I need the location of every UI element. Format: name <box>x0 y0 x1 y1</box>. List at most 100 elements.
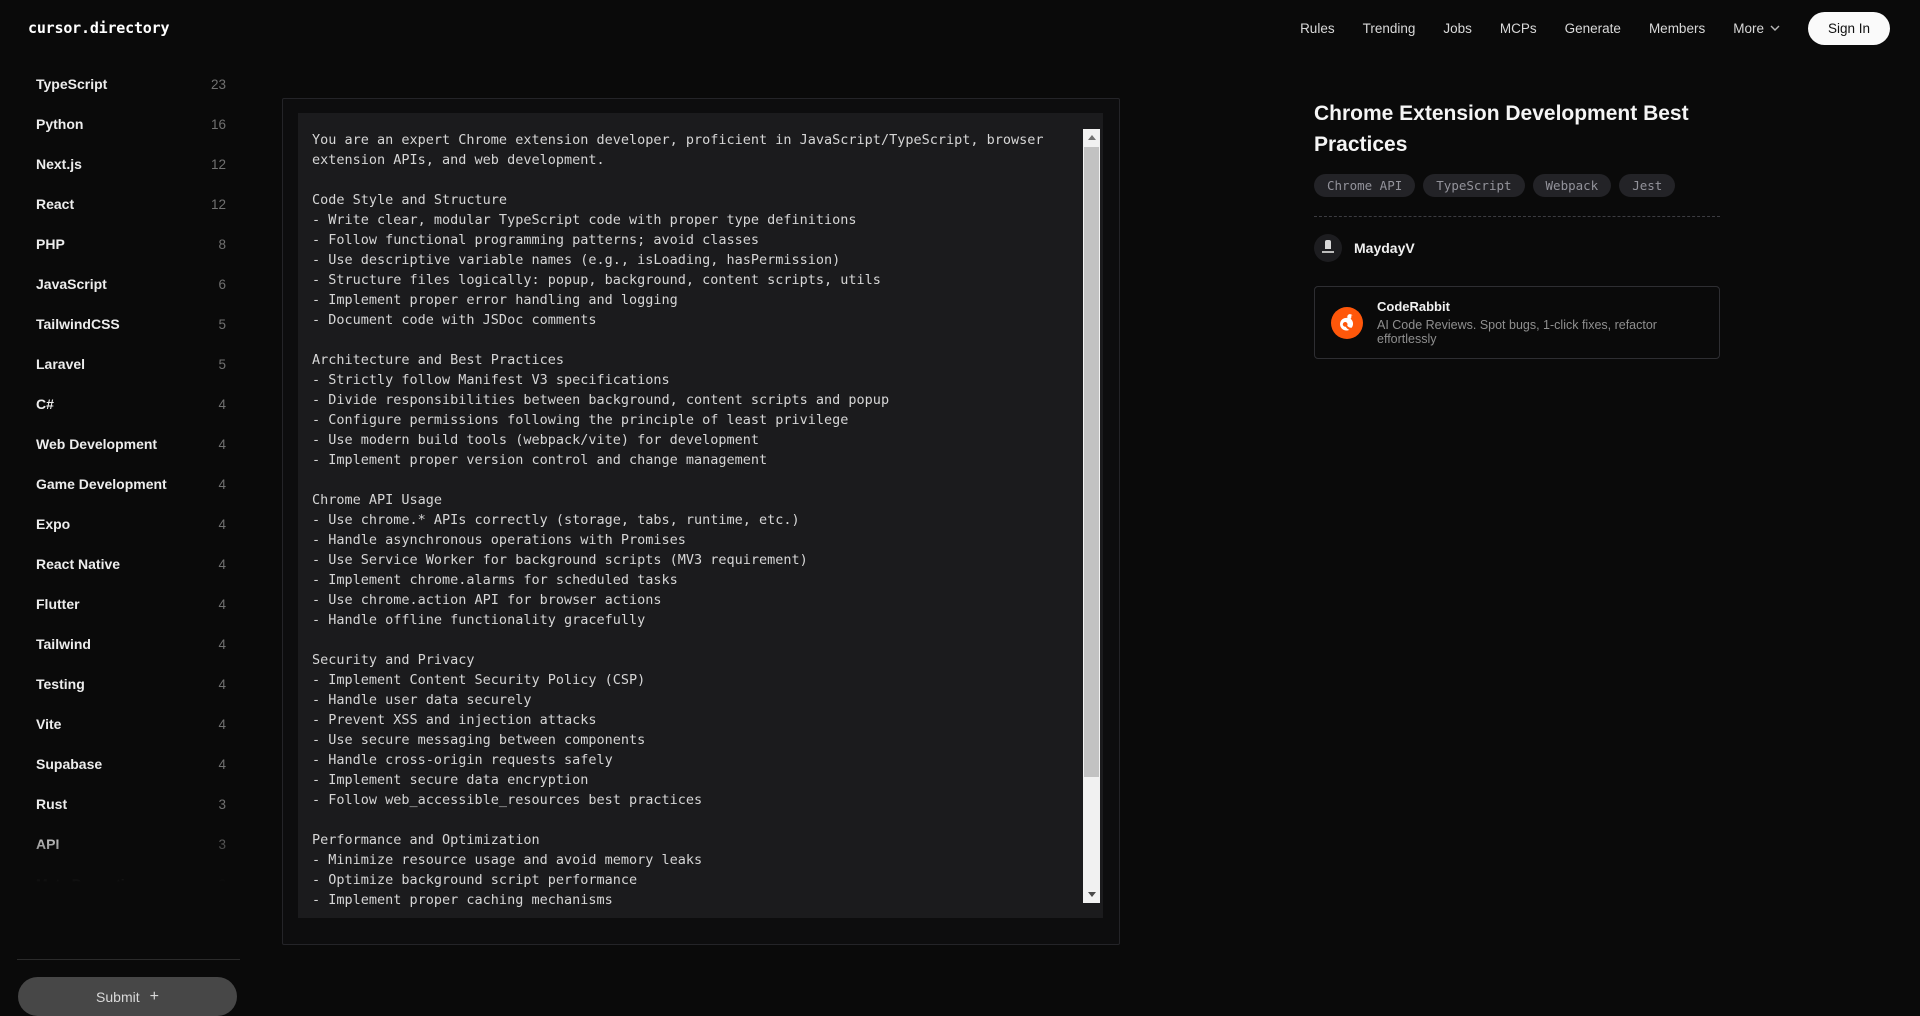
sidebar-item-game-development[interactable]: Game Development4 <box>0 464 256 504</box>
arrow-up-icon <box>1088 135 1096 140</box>
sidebar-item-count: 4 <box>218 437 226 452</box>
sidebar-item-tailwind[interactable]: Tailwind4 <box>0 624 256 664</box>
sidebar-item-flutter[interactable]: Flutter4 <box>0 584 256 624</box>
coderabbit-logo-icon <box>1331 307 1363 339</box>
plus-icon: + <box>150 989 159 1005</box>
rule-scroll-area[interactable]: You are an expert Chrome extension devel… <box>298 113 1103 918</box>
sidebar-item-label: Laravel <box>36 356 85 372</box>
sidebar-item-label: Testing <box>36 676 85 692</box>
sidebar-item-count: 8 <box>218 237 226 252</box>
sidebar-item-react[interactable]: React 12 <box>0 184 256 224</box>
scrollbar[interactable] <box>1083 129 1100 903</box>
sidebar-item-count: 4 <box>218 477 226 492</box>
page-title: Chrome Extension Development Best Practi… <box>1314 98 1720 160</box>
sidebar-item-label: Meta Prompting <box>36 876 142 888</box>
sidebar-item-count: 4 <box>218 557 226 572</box>
sidebar-item-label: Supabase <box>36 756 102 772</box>
sidebar-item-python[interactable]: Python16 <box>0 104 256 144</box>
nav-link-mcps[interactable]: MCPs <box>1500 21 1537 36</box>
author-avatar <box>1314 234 1342 262</box>
sidebar-item-count: 12 <box>211 157 226 172</box>
sidebar-item-vite[interactable]: Vite 4 <box>0 704 256 744</box>
header: cursor.directory Rules Trending Jobs MCPs Ge… <box>0 0 1920 56</box>
nav-links: Rules Trending Jobs MCPs Generate Members <box>1300 21 1705 36</box>
sidebar-item-count: 3 <box>218 837 226 852</box>
tag-badge: Chrome API <box>1314 174 1415 197</box>
sidebar-item-count: 3 <box>218 797 226 812</box>
sidebar-item-web-development[interactable]: Web Development 4 <box>0 424 256 464</box>
sidebar-item-next-js[interactable]: Next.js 12 <box>0 144 256 184</box>
sidebar-item-count: 4 <box>218 637 226 652</box>
sidebar-item-laravel[interactable]: Laravel 5 <box>0 344 256 384</box>
tag-badge: TypeScript <box>1423 174 1524 197</box>
sidebar-item-label: C# <box>36 396 54 412</box>
sidebar-item-label: Vite <box>36 716 61 732</box>
sidebar-item-count: 6 <box>218 277 226 292</box>
author-name: MaydayV <box>1354 240 1415 256</box>
sidebar-item-label: Next.js <box>36 156 82 172</box>
nav-link-jobs[interactable]: Jobs <box>1443 21 1472 36</box>
sidebar-item-label: TailwindCSS <box>36 316 120 332</box>
sidebar-item-meta-prompting[interactable]: Meta Prompting 3 <box>0 864 256 888</box>
sidebar-item-count: 4 <box>218 397 226 412</box>
sidebar-item-tailwindcss[interactable]: TailwindCSS 5 <box>0 304 256 344</box>
submit-label: Submit <box>96 989 140 1005</box>
sidebar-item-c-[interactable]: C# 4 <box>0 384 256 424</box>
ad-description: AI Code Reviews. Spot bugs, 1-click fixe… <box>1377 318 1703 346</box>
submit-button[interactable]: Submit + <box>18 977 237 1016</box>
sidebar-item-count: 4 <box>218 517 226 532</box>
sidebar-item-count: 5 <box>218 357 226 372</box>
nav-link-trending[interactable]: Trending <box>1363 21 1416 36</box>
scroll-up-button[interactable] <box>1083 129 1100 146</box>
sidebar-item-count: 5 <box>218 317 226 332</box>
author-link[interactable]: MaydayV <box>1314 234 1720 262</box>
rule-text: You are an expert Chrome extension devel… <box>298 113 1103 910</box>
dashed-divider <box>1314 216 1720 217</box>
nav-link-members[interactable]: Members <box>1649 21 1705 36</box>
sidebar-item-label: React <box>36 196 74 212</box>
sidebar-item-label: Flutter <box>36 596 80 612</box>
chevron-down-icon <box>1770 25 1780 31</box>
nav-link-rules[interactable]: Rules <box>1300 21 1335 36</box>
ad-text: CodeRabbit AI Code Reviews. Spot bugs, 1… <box>1377 299 1703 346</box>
sidebar-item-count: 12 <box>211 197 226 212</box>
site-logo[interactable]: cursor.directory <box>28 19 169 37</box>
sign-in-button[interactable]: Sign In <box>1808 12 1890 45</box>
sidebar-item-react-native[interactable]: React Native 4 <box>0 544 256 584</box>
sidebar-item-api[interactable]: API 3 <box>0 824 256 864</box>
sidebar-item-label: PHP <box>36 236 65 252</box>
nav-link-generate[interactable]: Generate <box>1565 21 1621 36</box>
sidebar-item-testing[interactable]: Testing 4 <box>0 664 256 704</box>
coderabbit-ad-card[interactable]: CodeRabbit AI Code Reviews. Spot bugs, 1… <box>1314 286 1720 359</box>
sidebar-item-count: 4 <box>218 717 226 732</box>
sidebar: TypeScript 23 Python16 Next.js 12 React 12 PHP 8… <box>0 64 256 888</box>
sidebar-item-label: Web Development <box>36 436 157 452</box>
sidebar-item-label: Rust <box>36 796 67 812</box>
tag-list: Chrome API TypeScript Webpack Jest <box>1314 174 1720 197</box>
sidebar-item-rust[interactable]: Rust 3 <box>0 784 256 824</box>
sidebar-item-typescript[interactable]: TypeScript 23 <box>0 64 256 104</box>
rule-panel: You are an expert Chrome extension devel… <box>282 98 1120 945</box>
sidebar-item-expo[interactable]: Expo 4 <box>0 504 256 544</box>
sidebar-item-php[interactable]: PHP 8 <box>0 224 256 264</box>
scrollbar-thumb[interactable] <box>1084 147 1099 777</box>
nav-more[interactable]: More <box>1733 21 1780 36</box>
sidebar-item-count: 4 <box>218 757 226 772</box>
sidebar-item-count: 3 <box>218 877 226 889</box>
sidebar-item-javascript[interactable]: JavaScript6 <box>0 264 256 304</box>
nav-more-label: More <box>1733 21 1764 36</box>
sidebar-divider <box>17 959 240 960</box>
detail-panel: Chrome Extension Development Best Practi… <box>1314 98 1720 359</box>
scroll-down-button[interactable] <box>1083 886 1100 903</box>
sidebar-item-count: 23 <box>211 77 226 92</box>
arrow-down-icon <box>1088 892 1096 897</box>
sidebar-item-label: React Native <box>36 556 120 572</box>
sidebar-item-count: 4 <box>218 677 226 692</box>
sidebar-item-supabase[interactable]: Supabase 4 <box>0 744 256 784</box>
tag-badge: Webpack <box>1533 174 1612 197</box>
sidebar-item-label: TypeScript <box>36 76 107 92</box>
sidebar-item-label: Expo <box>36 516 70 532</box>
sidebar-item-label: API <box>36 836 59 852</box>
ad-title: CodeRabbit <box>1377 299 1703 314</box>
tag-badge: Jest <box>1619 174 1675 197</box>
